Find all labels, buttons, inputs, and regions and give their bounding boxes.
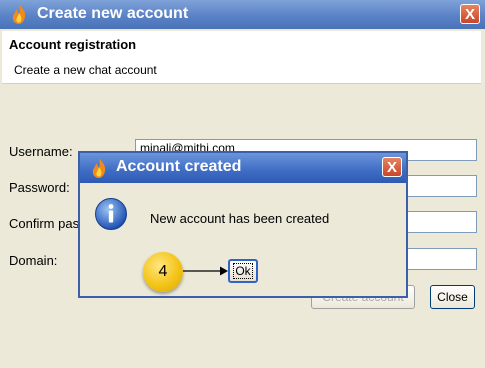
header-panel: Account registration Create a new chat a… [2, 31, 481, 84]
password-label: Password: [9, 180, 70, 195]
dialog-title: Account created [116, 158, 242, 175]
ok-button[interactable]: Ok [228, 259, 258, 283]
dialog-titlebar[interactable]: Account created X [80, 153, 406, 183]
window-titlebar[interactable]: Create new account X [0, 0, 485, 29]
close-button[interactable]: Close [430, 285, 475, 309]
ok-button-label: Ok [233, 263, 253, 279]
flame-icon [12, 4, 26, 24]
account-created-dialog: Account created X New account has been c… [78, 151, 408, 298]
domain-label: Domain: [9, 253, 58, 268]
window-title: Create new account [37, 5, 189, 22]
arrow-icon [183, 266, 228, 276]
username-label: Username: [9, 144, 73, 159]
dialog-close-button[interactable]: X [382, 157, 402, 177]
confirm-password-label: Confirm pas [9, 216, 80, 231]
step-badge: 4 [143, 252, 183, 292]
info-icon [95, 198, 127, 230]
window-close-button[interactable]: X [460, 4, 480, 24]
header-title: Account registration [9, 37, 137, 52]
dialog-message: New account has been created [150, 211, 330, 226]
flame-icon [92, 158, 106, 178]
header-subtitle: Create a new chat account [14, 63, 157, 77]
